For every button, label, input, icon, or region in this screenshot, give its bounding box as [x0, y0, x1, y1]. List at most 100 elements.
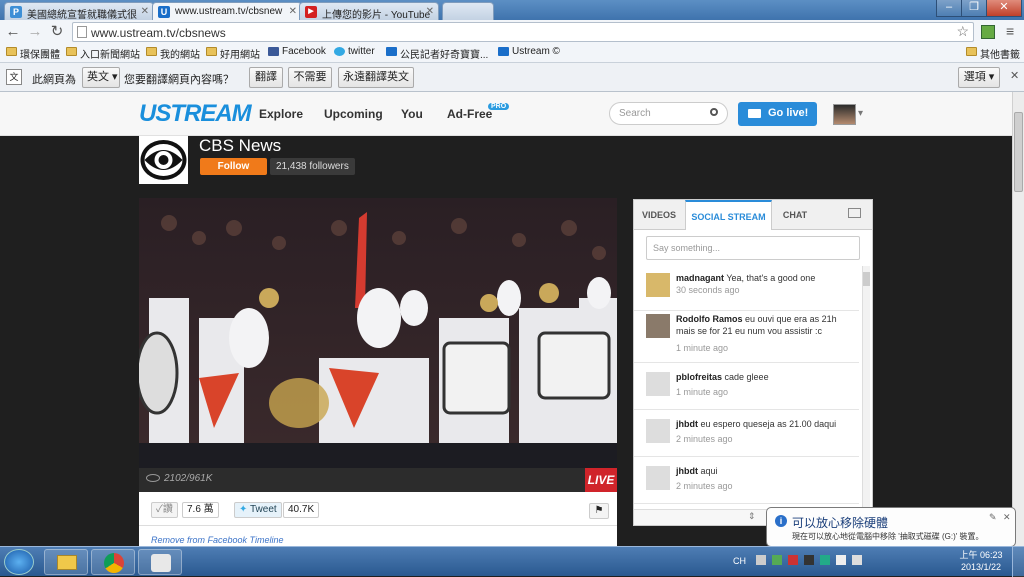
page-scrollbar[interactable]: [1012, 92, 1024, 546]
chevron-down-icon[interactable]: ▾: [858, 108, 863, 119]
info-icon: i: [775, 515, 787, 527]
remove-facebook-link[interactable]: Remove from Facebook Timeline: [151, 535, 283, 545]
user-avatar[interactable]: [646, 314, 670, 338]
user-avatar[interactable]: [646, 466, 670, 490]
tab-favicon-icon: P: [10, 6, 22, 18]
bookmark-item[interactable]: 好用網站: [206, 46, 260, 61]
paint-taskbar-button[interactable]: [138, 549, 182, 575]
chat-scrollbar[interactable]: [862, 266, 870, 518]
translate-button[interactable]: 翻譯: [249, 67, 283, 88]
expand-icon[interactable]: ⇕: [748, 511, 756, 522]
bookmark-item[interactable]: twitter: [334, 46, 375, 57]
bookmark-label: 入口新聞網站: [80, 50, 140, 61]
scrollbar-thumb[interactable]: [1014, 112, 1023, 192]
folder-icon: [206, 47, 217, 56]
message-user[interactable]: Rodolfo Ramos: [676, 314, 743, 324]
follow-button[interactable]: Follow: [200, 158, 267, 175]
user-avatar[interactable]: [646, 419, 670, 443]
notification-balloon[interactable]: i 可以放心移除硬體 現在可以放心地從電腦中移除 '抽取式磁碟 (G:)' 裝置…: [766, 507, 1016, 547]
chrome-icon: [104, 553, 124, 573]
like-button[interactable]: ✓讚: [151, 502, 178, 518]
cbs-logo[interactable]: [139, 136, 188, 184]
browser-tab[interactable]: ▶ 上傳您的影片 - YouTube ✕: [299, 2, 439, 20]
chrome-taskbar-button[interactable]: [91, 549, 135, 575]
flag-icon[interactable]: ⚑: [589, 503, 609, 519]
popout-icon[interactable]: [848, 208, 861, 218]
clock-date: 2013/1/22: [960, 562, 1002, 572]
bookmark-item[interactable]: 環保團體: [6, 46, 60, 61]
start-button[interactable]: [4, 549, 34, 575]
close-tab-icon[interactable]: ✕: [289, 6, 297, 17]
folder-icon: [6, 47, 17, 56]
close-icon[interactable]: ✕: [1010, 69, 1019, 82]
close-icon[interactable]: ✕: [1003, 512, 1011, 523]
bookmark-label: 好用網站: [220, 50, 260, 61]
bookmark-item[interactable]: 我的網站: [146, 46, 200, 61]
user-avatar[interactable]: [646, 273, 670, 297]
translate-question: 您要翻譯網頁內容嗎？: [124, 74, 234, 86]
search-icon[interactable]: [710, 108, 718, 116]
bookmark-item[interactable]: 入口新聞網站: [66, 46, 140, 61]
close-tab-icon[interactable]: ✕: [426, 6, 434, 17]
tweet-label: Tweet: [250, 504, 277, 515]
language-select[interactable]: 英文 ▾: [82, 67, 120, 88]
nav-upcoming[interactable]: Upcoming: [324, 107, 383, 121]
message-user[interactable]: madnagant: [676, 273, 724, 283]
nav-explore[interactable]: Explore: [259, 107, 303, 121]
tray-icon[interactable]: [820, 555, 831, 565]
video-player[interactable]: [139, 198, 617, 468]
forward-arrow-icon[interactable]: →: [26, 23, 44, 41]
nav-ad-free[interactable]: Ad-Free: [447, 107, 492, 121]
close-tab-icon[interactable]: ✕: [141, 6, 149, 17]
go-live-button[interactable]: Go live!: [738, 102, 817, 126]
ustream-logo[interactable]: USTREAM: [139, 100, 252, 128]
bookmark-star-icon[interactable]: ☆: [956, 23, 969, 40]
message-user[interactable]: pblofreitas: [676, 372, 722, 382]
show-desktop-button[interactable]: [1012, 547, 1024, 577]
bookmark-item[interactable]: Ustream ©: [498, 46, 560, 57]
browser-tab-active[interactable]: U www.ustream.tv/cbsnew ✕: [152, 2, 302, 20]
network-icon[interactable]: [836, 555, 847, 565]
address-bar[interactable]: www.ustream.tv/cbsnews ☆: [72, 22, 974, 42]
scrollbar-thumb[interactable]: [863, 272, 870, 286]
message-user[interactable]: jhbdt: [676, 466, 698, 476]
other-bookmarks[interactable]: 其他書籤: [966, 46, 1020, 61]
maximize-button[interactable]: ❐: [961, 0, 987, 17]
message-user[interactable]: jhbdt: [676, 419, 698, 429]
tray-icon[interactable]: [756, 555, 766, 565]
tray-icon[interactable]: [788, 555, 799, 565]
pin-icon[interactable]: ✎: [989, 512, 997, 523]
menu-icon[interactable]: ≡: [1006, 23, 1014, 39]
close-window-button[interactable]: ✕: [986, 0, 1022, 17]
tab-social-stream[interactable]: SOCIAL STREAM: [685, 200, 772, 230]
no-thanks-button[interactable]: 不需要: [288, 67, 332, 88]
tab-chat[interactable]: CHAT: [774, 200, 816, 230]
new-tab-button[interactable]: [442, 2, 494, 20]
nav-you[interactable]: You: [401, 107, 423, 121]
bookmark-item[interactable]: Facebook: [268, 46, 326, 57]
say-something-input[interactable]: Say something...: [646, 236, 860, 260]
message-text: madnagant Yea, that's a good one: [676, 272, 856, 284]
options-label: 選項: [963, 71, 986, 83]
explorer-taskbar-button[interactable]: [44, 549, 88, 575]
reload-icon[interactable]: ↻: [48, 23, 66, 41]
back-arrow-icon[interactable]: ←: [4, 23, 22, 41]
tray-icon[interactable]: [804, 555, 815, 565]
clock[interactable]: 上午 06:23 2013/1/22: [955, 549, 1007, 573]
volume-icon[interactable]: [852, 555, 863, 565]
twitter-icon: ✦: [239, 504, 248, 515]
tab-videos[interactable]: VIDEOS: [634, 200, 684, 230]
avatar[interactable]: [833, 104, 856, 125]
bookmark-item[interactable]: 公民記者好奇寶寶...: [386, 46, 488, 61]
bookmark-label: 其他書籤: [980, 50, 1020, 61]
shield-icon[interactable]: [772, 555, 783, 565]
always-translate-button[interactable]: 永遠翻譯英文: [338, 67, 414, 88]
options-button[interactable]: 選項 ▾: [958, 67, 1000, 88]
tweet-button[interactable]: ✦ Tweet: [234, 502, 282, 518]
browser-tab[interactable]: P 美國總統宣誓就職儀式很 ✕: [4, 2, 154, 20]
extension-icon[interactable]: [981, 25, 995, 39]
language-indicator[interactable]: CH: [733, 556, 746, 566]
user-avatar[interactable]: [646, 372, 670, 396]
minimize-button[interactable]: –: [936, 0, 962, 17]
ustream-icon: [386, 47, 397, 56]
